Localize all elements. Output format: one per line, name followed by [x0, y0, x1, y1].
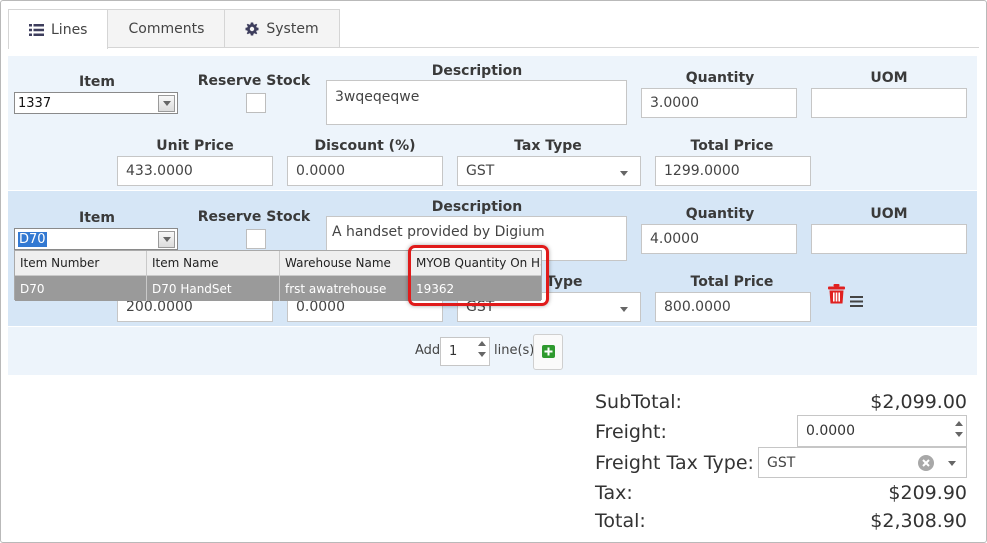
uom-label: UOM [870, 206, 908, 222]
plus-icon [541, 343, 555, 362]
column-header[interactable]: Item Number [15, 251, 147, 276]
item-combo-value: D70 [18, 231, 47, 247]
trash-icon[interactable] [828, 284, 845, 308]
tax-type-label: Tax Type [514, 138, 582, 154]
tax-label: Tax: [595, 482, 633, 504]
tab-bar: Lines Comments System [8, 9, 340, 49]
tab-divider [8, 47, 979, 48]
column-header[interactable]: Item Name [147, 251, 280, 276]
dropdown-cell: D70 [15, 276, 147, 301]
reserve-stock-checkbox[interactable] [246, 93, 266, 113]
line-count-stepper[interactable]: 1 [440, 337, 490, 366]
gear-icon [245, 22, 259, 36]
chevron-down-icon[interactable] [158, 231, 175, 248]
annotation-highlight-box [408, 245, 549, 306]
chevron-down-icon[interactable] [158, 95, 175, 112]
quantity-field[interactable]: 4.0000 [641, 224, 797, 254]
stepper-arrows-icon[interactable] [478, 341, 486, 357]
tab-lines[interactable]: Lines [8, 9, 109, 49]
description-label: Description [431, 63, 523, 79]
chevron-down-icon[interactable] [948, 461, 956, 466]
total-price-field[interactable]: 800.0000 [655, 292, 811, 322]
chevron-down-icon [620, 171, 628, 176]
clear-icon[interactable] [918, 455, 934, 475]
subtotal-value: $2,099.00 [870, 391, 967, 413]
description-field[interactable]: 3wqeqeqwe [326, 80, 627, 125]
dropdown-cell: D70 HandSet [147, 276, 280, 301]
subtotal-label: SubTotal: [595, 391, 682, 413]
reserve-stock-checkbox[interactable] [246, 229, 266, 249]
freight-tax-type-label: Freight Tax Type: [595, 452, 754, 474]
freight-label: Freight: [595, 421, 667, 443]
tax-value: $209.90 [888, 482, 967, 504]
column-header[interactable]: Warehouse Name [280, 251, 411, 276]
item-label: Item [79, 74, 115, 90]
freight-field[interactable]: 0.0000 [797, 415, 967, 447]
freight-tax-type-select[interactable]: GST [758, 447, 967, 478]
quantity-label: Quantity [685, 70, 755, 86]
item-combo-value: 1337 [18, 95, 52, 111]
stepper-arrows-icon[interactable] [955, 421, 963, 437]
total-price-label: Total Price [690, 274, 774, 290]
freight-tax-type-value: GST [767, 454, 796, 471]
total-price-field[interactable]: 1299.0000 [655, 156, 811, 186]
reserve-stock-label: Reserve Stock [197, 73, 311, 89]
reorder-handle-icon[interactable] [850, 292, 863, 311]
add-lines-button[interactable] [533, 334, 563, 370]
list-icon [29, 23, 44, 36]
tab-lines-label: Lines [51, 21, 88, 38]
item-combo[interactable]: D70 [14, 228, 178, 250]
tab-system-label: System [266, 21, 319, 37]
unit-price-label: Unit Price [156, 138, 234, 154]
item-combo[interactable]: 1337 [14, 92, 178, 114]
discount-field[interactable]: 0.0000 [287, 156, 443, 186]
reserve-stock-label: Reserve Stock [197, 209, 311, 225]
tab-comments[interactable]: Comments [107, 9, 226, 48]
quantity-field[interactable]: 3.0000 [641, 88, 797, 118]
item-label: Item [79, 210, 115, 226]
unit-price-field[interactable]: 433.0000 [117, 156, 273, 186]
add-lines-suffix: line(s) [494, 343, 535, 358]
total-value: $2,308.90 [870, 510, 967, 532]
line-count-value: 1 [449, 344, 458, 359]
uom-label: UOM [870, 70, 908, 86]
quantity-label: Quantity [685, 206, 755, 222]
tax-type-label-partial: Type [546, 274, 583, 290]
uom-field[interactable] [811, 88, 967, 118]
total-label: Total: [595, 510, 646, 532]
tab-comments-label: Comments [128, 21, 205, 37]
add-lines-bar [8, 327, 977, 375]
tax-type-value: GST [466, 163, 495, 179]
chevron-down-icon [620, 307, 628, 312]
tax-type-select[interactable]: GST [457, 156, 641, 186]
uom-field[interactable] [811, 224, 967, 254]
total-price-label: Total Price [690, 138, 774, 154]
add-lines-prefix: Add [415, 343, 441, 358]
dropdown-cell: frst awatrehouse [280, 276, 411, 301]
description-label: Description [431, 199, 523, 215]
tab-system[interactable]: System [224, 9, 340, 48]
freight-value: 0.0000 [806, 423, 855, 439]
discount-label: Discount (%) [314, 138, 416, 154]
